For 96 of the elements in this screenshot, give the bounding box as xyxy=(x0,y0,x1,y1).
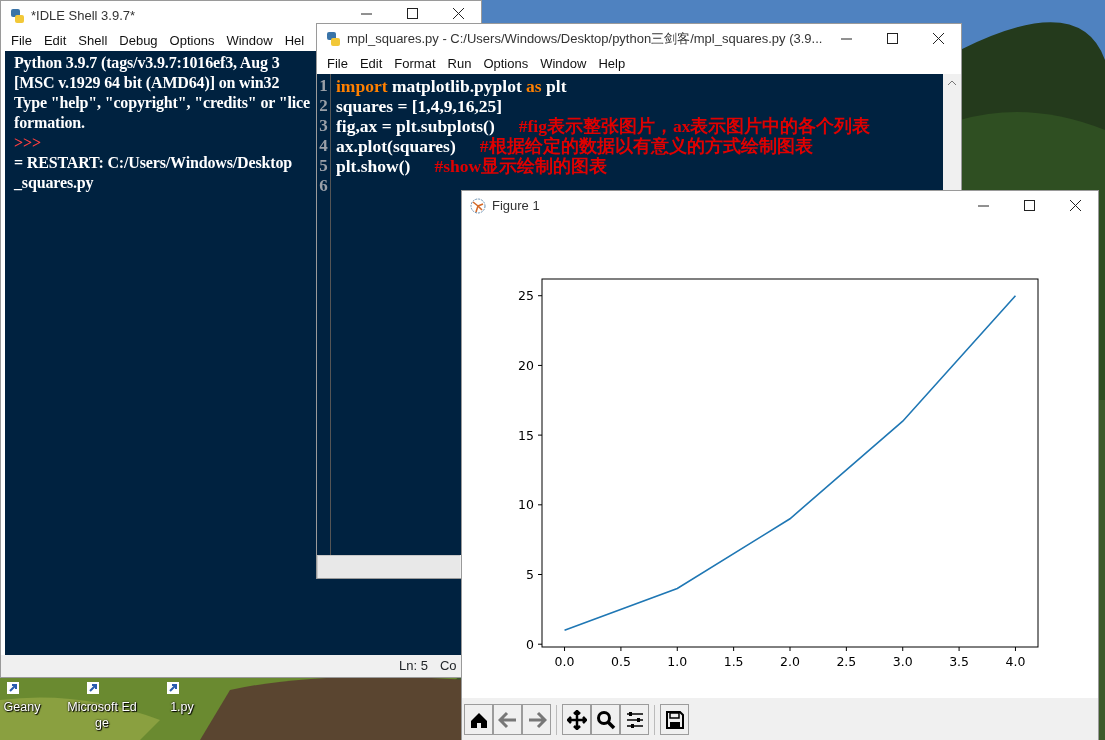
x-tick-label: 1.0 xyxy=(667,654,688,669)
configure-button[interactable] xyxy=(620,704,649,735)
line-number: 1 xyxy=(319,76,328,96)
menu-item[interactable]: Hel xyxy=(278,34,311,47)
menu-item[interactable]: Window xyxy=(220,34,279,47)
code-comment: #fig表示整张图片，ax表示图片中的各个列表 xyxy=(518,116,871,136)
shell-prompt: >>> xyxy=(14,133,41,153)
menu-item[interactable]: Options xyxy=(477,57,535,70)
shell-output-line: Python 3.9.7 (tags/v3.9.7:1016ef3, Aug 3 xyxy=(14,53,280,73)
window-title: *IDLE Shell 3.9.7* xyxy=(31,6,136,25)
shell-output-line: [MSC v.1929 64 bit (AMD64)] on win32 xyxy=(14,73,280,93)
x-tick xyxy=(564,646,566,652)
x-tick-label: 4.0 xyxy=(1005,654,1026,669)
x-tick-label: 3.0 xyxy=(892,654,913,669)
window-title: mpl_squares.py - C:/Users/Windows/Desktop/python三剑客/mpl_squares.py (3.9... xyxy=(347,29,823,48)
close-icon xyxy=(1069,200,1081,211)
code-line: plt.show() xyxy=(336,156,411,176)
x-tick xyxy=(733,646,735,652)
x-tick xyxy=(845,646,847,652)
scrollbar[interactable] xyxy=(317,555,460,578)
menu-item[interactable]: File xyxy=(321,57,354,70)
code-line: import matplotlib.pyplot as plt xyxy=(336,76,567,96)
desktop-icon-label[interactable]: Microsoft Edge xyxy=(66,700,138,732)
pan-icon xyxy=(566,709,587,730)
shell-output-line: formation. xyxy=(14,113,85,133)
y-tick xyxy=(537,643,543,645)
home-button[interactable] xyxy=(464,704,493,735)
y-tick xyxy=(537,295,543,297)
line-number: 6 xyxy=(319,176,328,196)
x-tick-label: 3.5 xyxy=(949,654,970,669)
x-tick-label: 2.5 xyxy=(836,654,857,669)
menu-item[interactable]: Help xyxy=(592,57,632,70)
x-tick-label: 0.5 xyxy=(610,654,631,669)
line-number: 5 xyxy=(319,156,328,176)
x-tick-label: 2.0 xyxy=(780,654,800,669)
y-tick xyxy=(537,574,543,575)
code-comment: #show显示绘制的图表 xyxy=(434,156,608,176)
menu-item[interactable]: Format xyxy=(388,57,442,70)
y-tick xyxy=(537,504,543,506)
close-icon xyxy=(452,7,464,19)
x-tick xyxy=(789,646,791,652)
menu-item[interactable]: Shell xyxy=(72,34,114,47)
forward-icon xyxy=(526,709,547,730)
menu-item[interactable]: File xyxy=(5,34,38,47)
menu-item[interactable]: Edit xyxy=(37,34,73,47)
shell-output-line: _squares.py xyxy=(14,173,94,193)
python-icon xyxy=(9,7,26,24)
scroll-up-icon[interactable] xyxy=(947,80,957,86)
desktop-icon-label[interactable]: 1.py xyxy=(146,700,218,716)
x-tick-label: 1.5 xyxy=(723,654,744,669)
x-tick xyxy=(620,646,622,652)
back-button[interactable] xyxy=(493,704,522,735)
back-icon xyxy=(497,709,518,730)
figure-icon xyxy=(470,197,487,214)
zoom-icon xyxy=(595,709,616,730)
menu-item[interactable]: Run xyxy=(441,57,478,70)
code-line: squares = [1,4,9,16,25] xyxy=(336,96,503,116)
forward-button[interactable] xyxy=(522,704,551,735)
x-tick xyxy=(902,646,904,652)
y-tick-label: 15 xyxy=(518,427,534,443)
y-tick xyxy=(537,364,543,366)
menu-item[interactable]: Debug xyxy=(113,34,164,47)
shell-output-line: = RESTART: C:/Users/Windows/Desktop xyxy=(14,153,292,173)
menu-item[interactable]: Options xyxy=(163,34,221,47)
y-tick-label: 25 xyxy=(518,288,534,304)
window-title: Figure 1 xyxy=(492,196,540,215)
line-number: 3 xyxy=(319,116,328,136)
maximize-icon xyxy=(406,7,418,19)
close-icon xyxy=(932,33,944,44)
maximize-icon xyxy=(1023,200,1035,211)
pan-button[interactable] xyxy=(562,704,591,735)
code-line: ax.plot(squares) xyxy=(336,136,456,156)
x-tick xyxy=(1014,646,1016,652)
configure-icon xyxy=(624,709,645,730)
menu-item[interactable]: Edit xyxy=(353,57,389,70)
save-icon xyxy=(664,709,685,730)
line-number: 4 xyxy=(319,136,328,156)
x-tick xyxy=(958,646,960,652)
y-tick-label: 10 xyxy=(518,497,534,513)
status-text: Ln: 5 xyxy=(399,657,428,676)
code-line: fig,ax = plt.subplots() xyxy=(336,116,495,136)
maximize-icon xyxy=(886,33,898,44)
x-tick-label: 0.0 xyxy=(554,654,575,669)
line-number: 2 xyxy=(319,96,328,116)
save-button[interactable] xyxy=(660,704,689,735)
y-tick-label: 0 xyxy=(526,636,534,652)
zoom-button[interactable] xyxy=(591,704,620,735)
status-text: Co xyxy=(439,657,457,676)
menu-item[interactable]: Window xyxy=(534,57,593,70)
code-comment: #根据给定的数据以有意义的方式绘制图表 xyxy=(479,136,813,156)
y-tick-label: 20 xyxy=(518,357,534,373)
python-icon xyxy=(325,30,342,47)
y-tick-label: 5 xyxy=(526,567,534,582)
x-tick xyxy=(676,646,678,652)
y-tick xyxy=(537,434,543,436)
shell-output-line: Type "help", "copyright", "credits" or "lice xyxy=(14,93,310,113)
